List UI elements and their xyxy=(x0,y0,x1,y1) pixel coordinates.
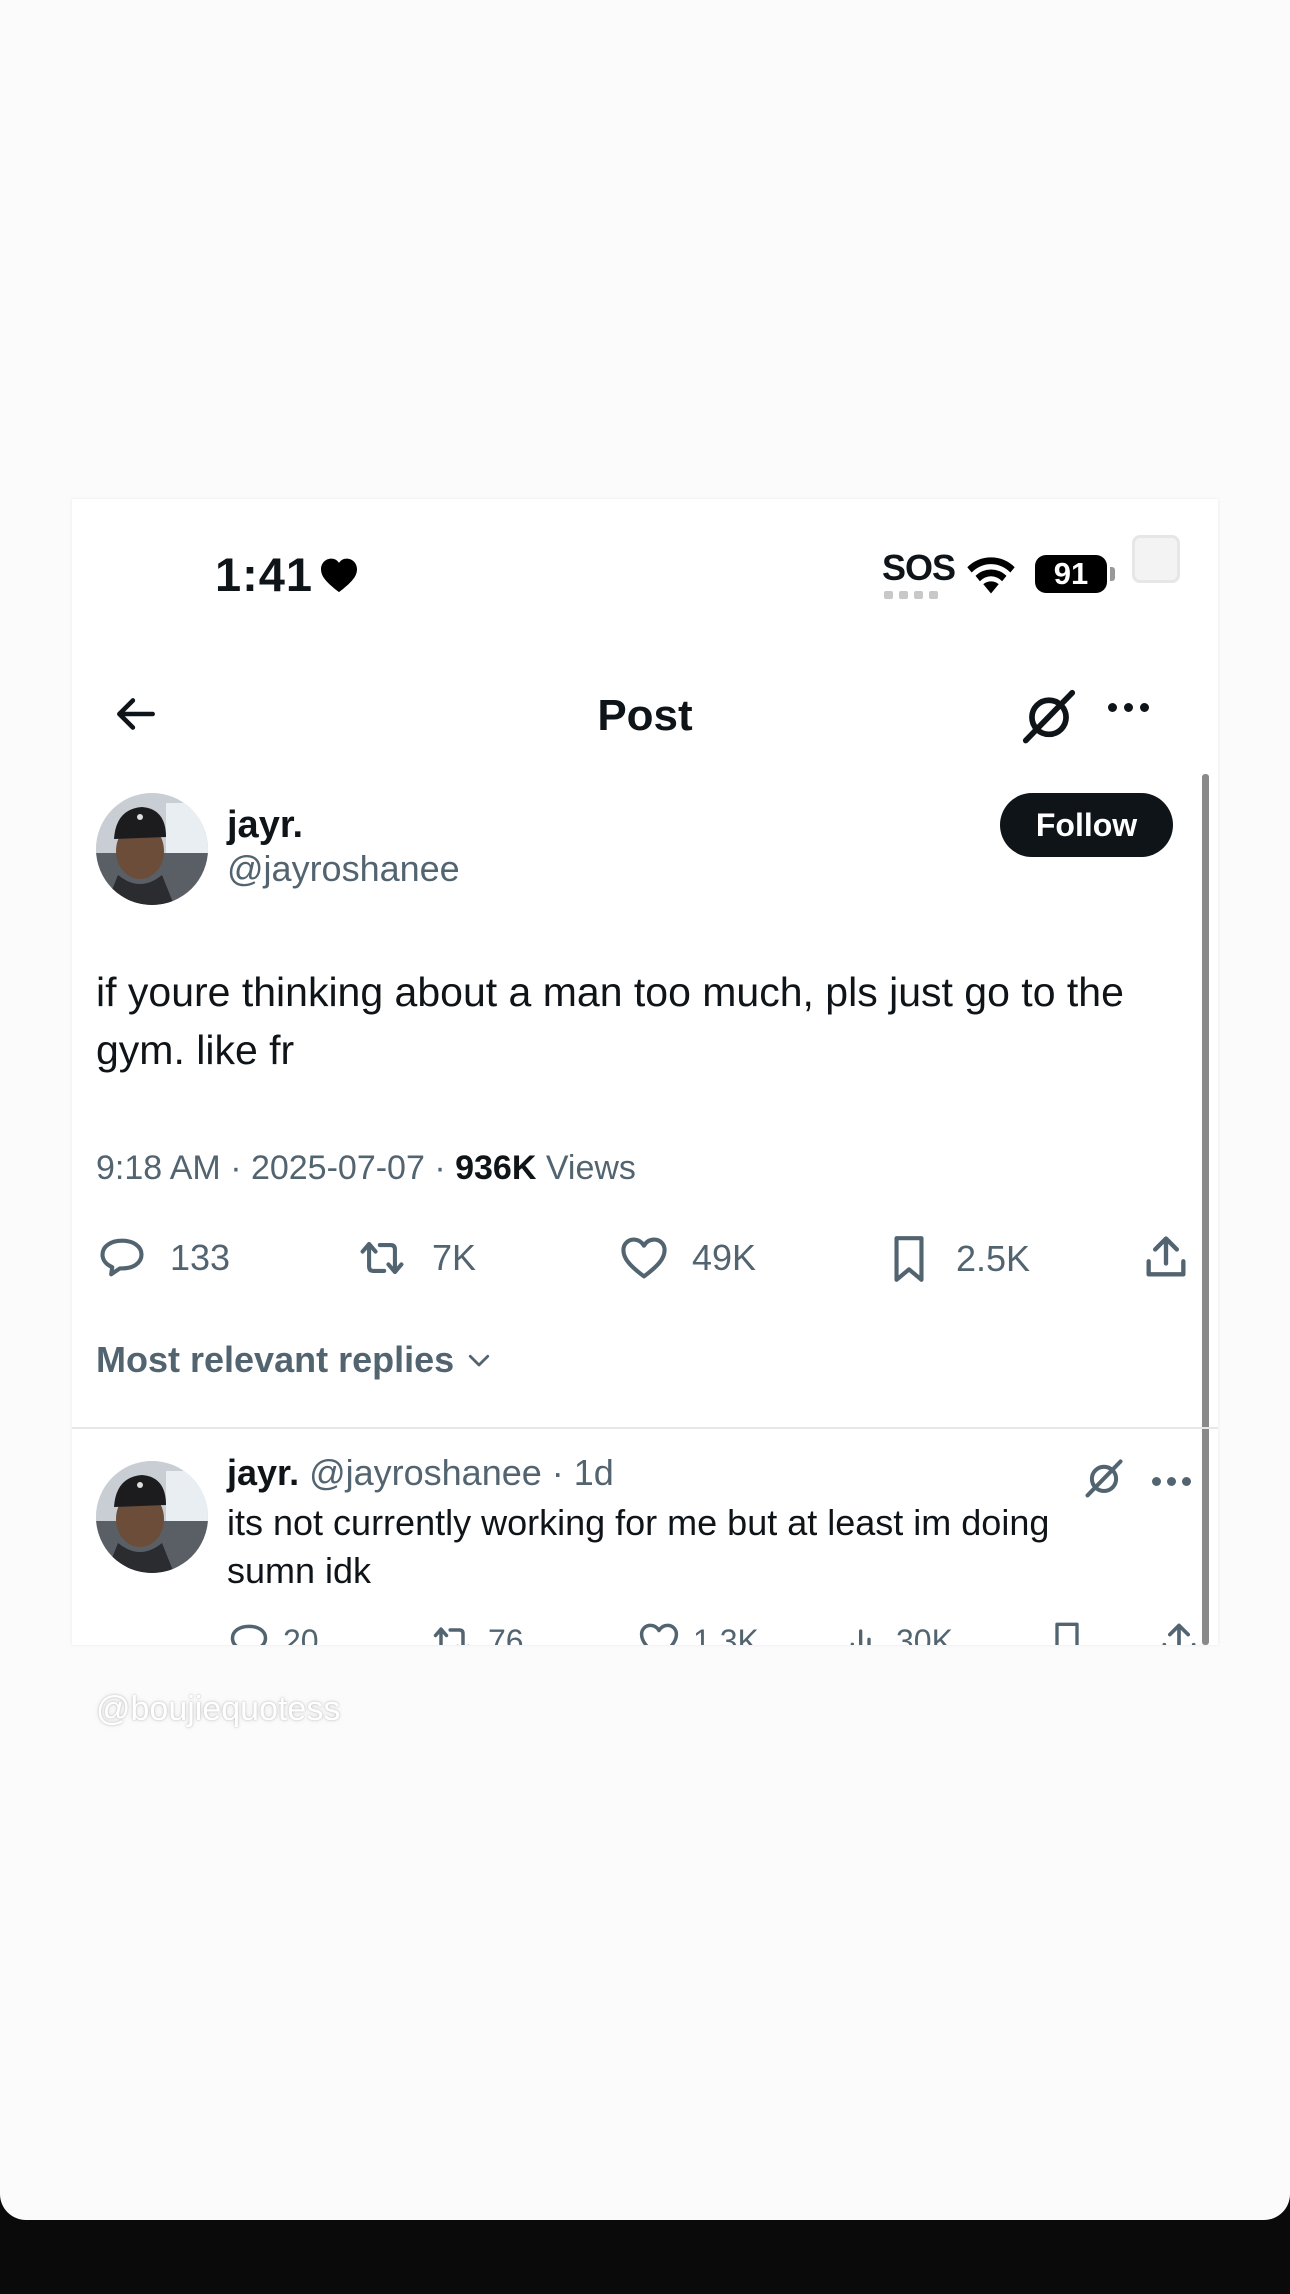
bookmark-action[interactable]: 2.5K xyxy=(884,1232,1030,1286)
repost-icon xyxy=(360,1241,404,1275)
bookmark-icon xyxy=(894,1236,924,1282)
reply-like-action[interactable]: 1.3K xyxy=(637,1619,759,1645)
repost-action[interactable]: 7K xyxy=(354,1232,476,1284)
like-count: 49K xyxy=(692,1237,757,1278)
reply-author-name[interactable]: jayr. xyxy=(227,1452,299,1493)
signal-dots-icon xyxy=(884,591,944,599)
bottom-bar xyxy=(0,2220,1290,2294)
reply-more-icon[interactable] xyxy=(1152,1477,1191,1486)
reply-header: jayr. @jayroshanee · 1d xyxy=(227,1452,614,1494)
bookmark-count: 2.5K xyxy=(956,1238,1031,1279)
reply-views-action[interactable]: 30K xyxy=(844,1619,953,1645)
battery-icon: 91 xyxy=(1035,555,1107,593)
status-time: 1:41 xyxy=(215,547,359,602)
divider xyxy=(72,1427,1218,1429)
views-label: Views xyxy=(536,1149,636,1187)
reply-grok-icon[interactable] xyxy=(1082,1456,1126,1500)
wifi-icon xyxy=(967,557,1015,594)
follow-button[interactable]: Follow xyxy=(1000,793,1173,857)
reply-sort-dropdown[interactable]: Most relevant replies xyxy=(96,1339,494,1381)
post-meta: 9:18 AM · 2025-07-07 · 936K Views xyxy=(96,1149,636,1188)
battery-level: 91 xyxy=(1053,556,1089,591)
reply-views-count: 30K xyxy=(896,1622,953,1646)
battery-cap xyxy=(1110,567,1115,581)
reply-action[interactable]: 133 xyxy=(96,1232,230,1284)
reply-icon xyxy=(230,1624,268,1645)
reply-avatar[interactable] xyxy=(96,1461,208,1573)
reply-sort-label: Most relevant replies xyxy=(96,1339,455,1380)
share-icon[interactable] xyxy=(1140,1230,1192,1284)
author-handle[interactable]: @jayroshanee xyxy=(227,848,460,890)
like-action[interactable]: 49K xyxy=(618,1232,756,1284)
reply-like-count: 1.3K xyxy=(693,1622,759,1646)
reply-bookmark-icon[interactable] xyxy=(1047,1619,1087,1645)
more-options-icon[interactable] xyxy=(1108,703,1149,712)
watermark: @boujiequotess xyxy=(96,1690,341,1728)
avatar[interactable] xyxy=(96,793,208,905)
author-name[interactable]: jayr. xyxy=(227,804,303,847)
repost-count: 7K xyxy=(432,1237,477,1278)
reply-text: its not currently working for me but at … xyxy=(227,1502,1050,1591)
post-timestamp: 9:18 AM · 2025-07-07 · xyxy=(96,1149,456,1187)
views-count: 936K xyxy=(455,1149,537,1187)
views-chart-icon xyxy=(850,1629,871,1645)
reply-icon xyxy=(100,1238,144,1277)
overlay-square-icon xyxy=(1132,535,1180,583)
heart-outline-icon xyxy=(639,1623,679,1645)
chevron-down-icon xyxy=(469,1354,490,1367)
screenshot-card: 1:41 SOS 91 Post jayr. @jayroshanee Foll… xyxy=(72,499,1218,1645)
heart-outline-icon xyxy=(621,1237,667,1279)
reply-meta: @jayroshanee · 1d xyxy=(299,1452,614,1493)
sos-indicator: SOS xyxy=(882,547,956,588)
reply-share-icon[interactable] xyxy=(1157,1619,1201,1645)
repost-icon xyxy=(433,1627,470,1645)
status-time-text: 1:41 xyxy=(215,548,314,601)
reply-reply-count: 20 xyxy=(283,1622,319,1646)
post-text: if youre thinking about a man too much, … xyxy=(96,969,1124,1073)
scrollbar[interactable] xyxy=(1202,774,1209,1645)
grok-icon[interactable] xyxy=(1018,685,1080,747)
reply-repost-action[interactable]: 76 xyxy=(428,1619,524,1645)
heart-icon xyxy=(321,558,358,592)
reply-repost-count: 76 xyxy=(488,1622,524,1646)
reply-count: 133 xyxy=(170,1237,231,1278)
reply-reply-action[interactable]: 20 xyxy=(227,1619,319,1645)
